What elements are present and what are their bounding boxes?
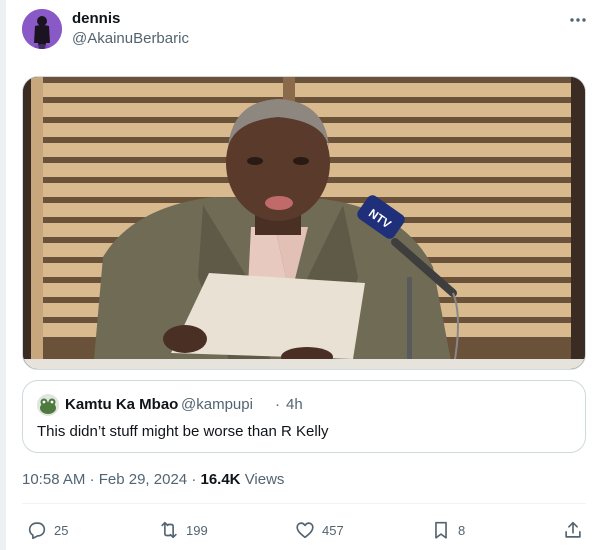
repost-count: 199 <box>186 522 208 538</box>
more-options-button[interactable] <box>566 10 590 30</box>
views-label: Views <box>244 471 285 488</box>
share-button[interactable] <box>562 518 584 542</box>
reply-count: 25 <box>54 522 69 538</box>
tweet-meta: 10:58 AM · Feb 29, 2024 · 16.4K Views <box>22 471 284 488</box>
meta-separator: · <box>191 471 197 488</box>
avatar-silhouette-icon <box>22 9 62 49</box>
repost-button[interactable]: 199 <box>158 518 208 542</box>
meta-separator: · <box>89 471 95 488</box>
quoted-timestamp[interactable]: 4h <box>286 396 303 413</box>
like-button[interactable]: 457 <box>294 518 344 542</box>
author-avatar[interactable] <box>22 9 62 49</box>
quoted-author-handle[interactable]: @kampupi <box>181 396 253 413</box>
tweet-media-image[interactable]: NTV <box>22 76 586 370</box>
repost-icon <box>161 521 177 539</box>
bookmark-button[interactable]: 8 <box>430 518 465 542</box>
views-count: 16.4K <box>200 471 241 488</box>
bookmark-icon <box>435 521 447 539</box>
share-icon <box>565 521 581 538</box>
tweet-date[interactable]: Feb 29, 2024 <box>99 471 187 488</box>
author-display-name[interactable]: dennis <box>72 10 120 27</box>
quoted-tweet-text: This didn’t stuff might be worse than R … <box>37 423 329 440</box>
reply-icon <box>28 522 46 540</box>
action-divider <box>22 503 586 504</box>
quoted-author-name[interactable]: Kamtu Ka Mbao <box>65 396 178 413</box>
quoted-author-avatar[interactable] <box>37 394 59 416</box>
reply-button[interactable]: 25 <box>26 518 68 542</box>
tweet-time[interactable]: 10:58 AM <box>22 471 85 488</box>
man-reading-paper-image: NTV <box>23 77 585 369</box>
heart-icon <box>296 522 314 539</box>
author-handle[interactable]: @AkainuBerbaric <box>72 30 189 47</box>
quoted-tweet-card[interactable]: Kamtu Ka Mbao @kampupi · 4h This didn’t … <box>22 380 586 453</box>
more-horizontal-icon <box>570 18 586 22</box>
bookmark-count: 8 <box>458 522 466 538</box>
window-edge <box>0 0 6 550</box>
like-count: 457 <box>322 522 344 538</box>
quoted-separator: · <box>275 396 280 413</box>
frog-avatar-icon <box>37 394 59 416</box>
